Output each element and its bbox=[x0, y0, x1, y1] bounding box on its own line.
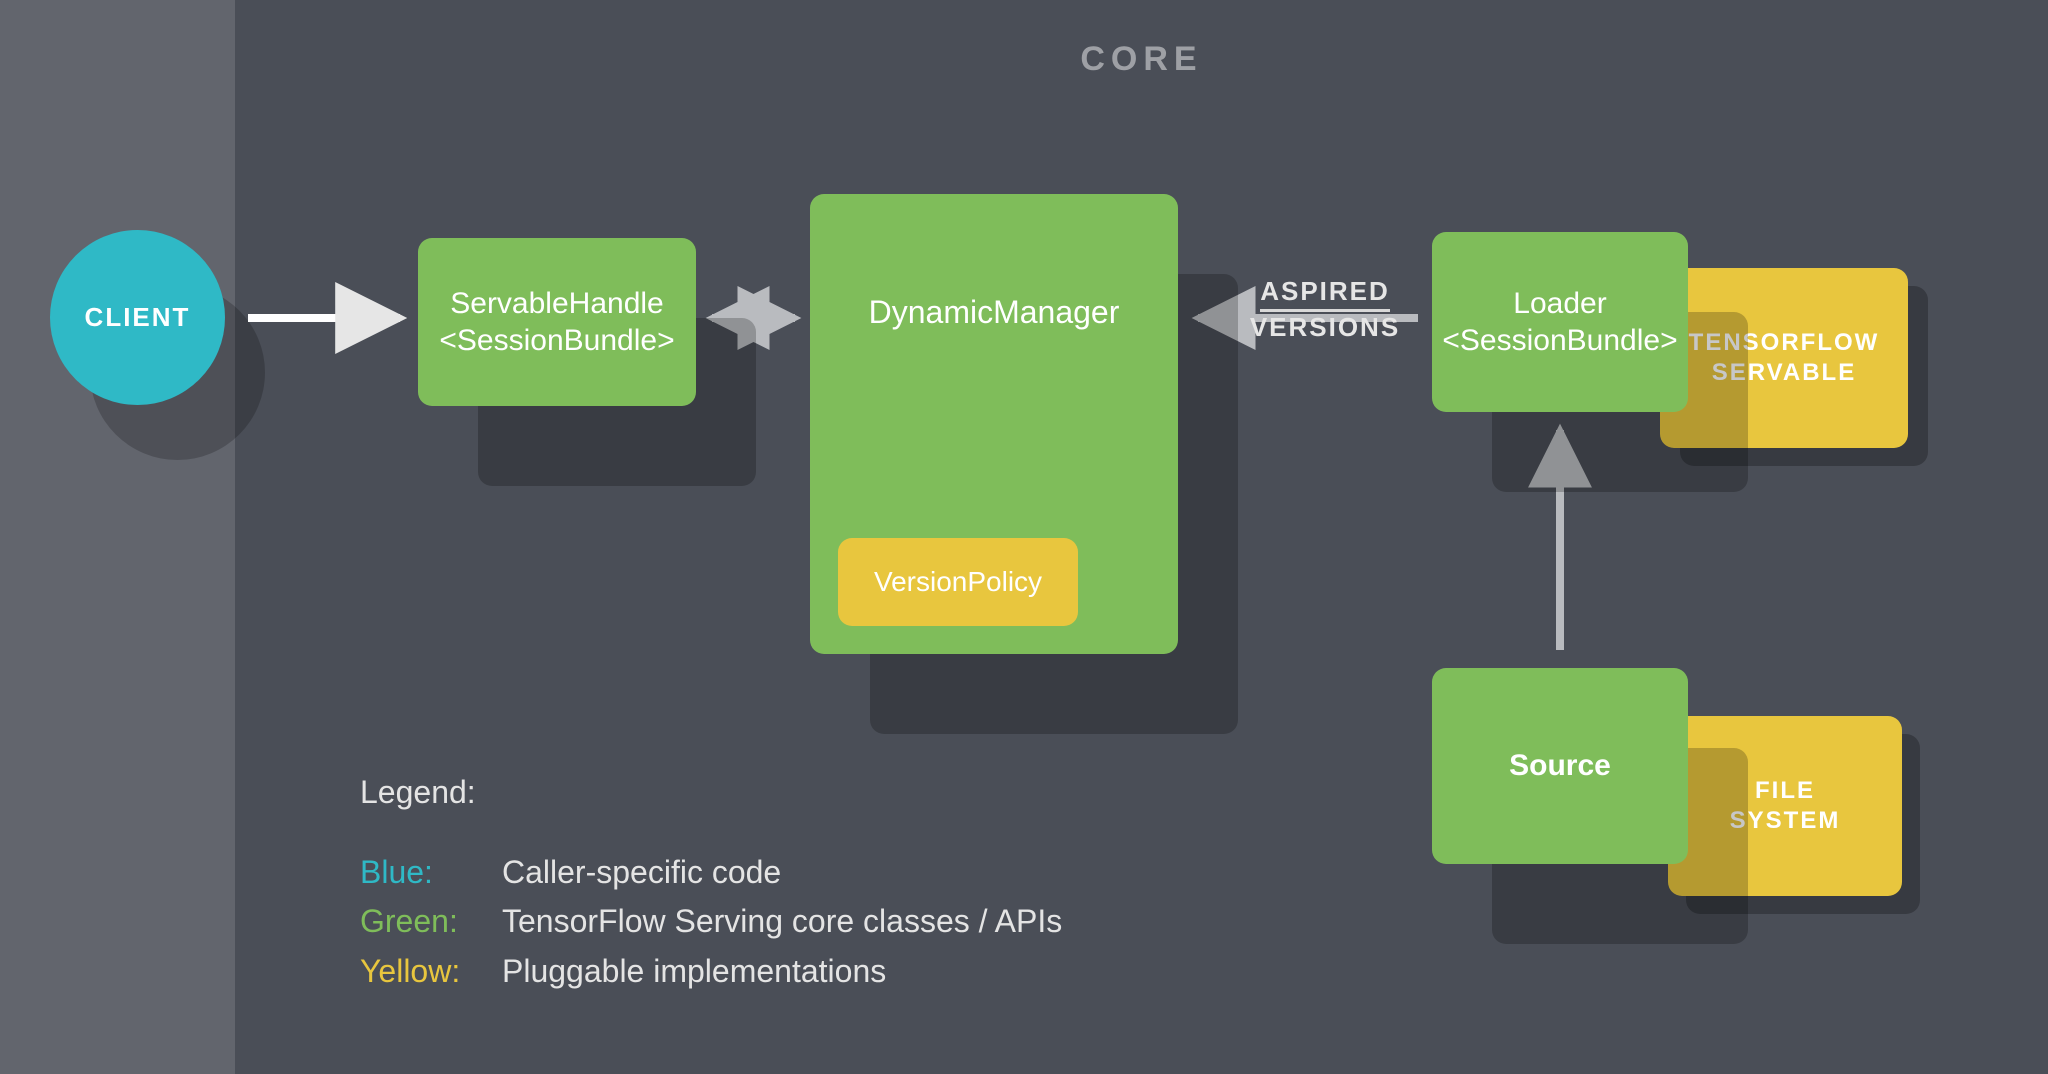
loader-l1: Loader bbox=[1513, 285, 1606, 323]
aspired-line2: VERSIONS bbox=[1250, 312, 1400, 342]
version-policy-label: VersionPolicy bbox=[874, 566, 1042, 598]
tensorflow-servable-box: TENSORFLOW SERVABLE bbox=[1660, 268, 1908, 448]
servable-handle-l1: ServableHandle bbox=[450, 285, 663, 323]
aspired-line1: ASPIRED bbox=[1260, 276, 1390, 312]
file-system-l1: FILE bbox=[1755, 776, 1815, 806]
dynamic-manager-label: DynamicManager bbox=[869, 294, 1120, 331]
legend-blue-val: Caller-specific code bbox=[502, 848, 781, 898]
legend: Legend: Blue: Caller-specific code Green… bbox=[360, 768, 1062, 996]
client-label: CLIENT bbox=[85, 302, 191, 333]
servable-handle-box: ServableHandle <SessionBundle> bbox=[418, 238, 696, 406]
aspired-versions-label: ASPIRED VERSIONS bbox=[1220, 276, 1430, 343]
legend-green-val: TensorFlow Serving core classes / APIs bbox=[502, 897, 1062, 947]
tf-servable-l1: TENSORFLOW bbox=[1689, 328, 1880, 358]
legend-yellow-val: Pluggable implementations bbox=[502, 947, 886, 997]
source-box: Source bbox=[1432, 668, 1688, 864]
file-system-box: FILE SYSTEM bbox=[1668, 716, 1902, 896]
tf-servable-l2: SERVABLE bbox=[1712, 358, 1856, 388]
client-node: CLIENT bbox=[50, 230, 225, 405]
version-policy-box: VersionPolicy bbox=[838, 538, 1078, 626]
core-heading: CORE bbox=[235, 40, 2048, 79]
legend-green-key: Green: bbox=[360, 897, 480, 947]
legend-blue-key: Blue: bbox=[360, 848, 480, 898]
loader-l2: <SessionBundle> bbox=[1442, 322, 1677, 360]
legend-title: Legend: bbox=[360, 768, 1062, 818]
loader-box: Loader <SessionBundle> bbox=[1432, 232, 1688, 412]
legend-yellow-key: Yellow: bbox=[360, 947, 480, 997]
file-system-l2: SYSTEM bbox=[1730, 806, 1841, 836]
servable-handle-l2: <SessionBundle> bbox=[439, 322, 674, 360]
source-label: Source bbox=[1509, 749, 1611, 783]
left-band bbox=[0, 0, 235, 1074]
